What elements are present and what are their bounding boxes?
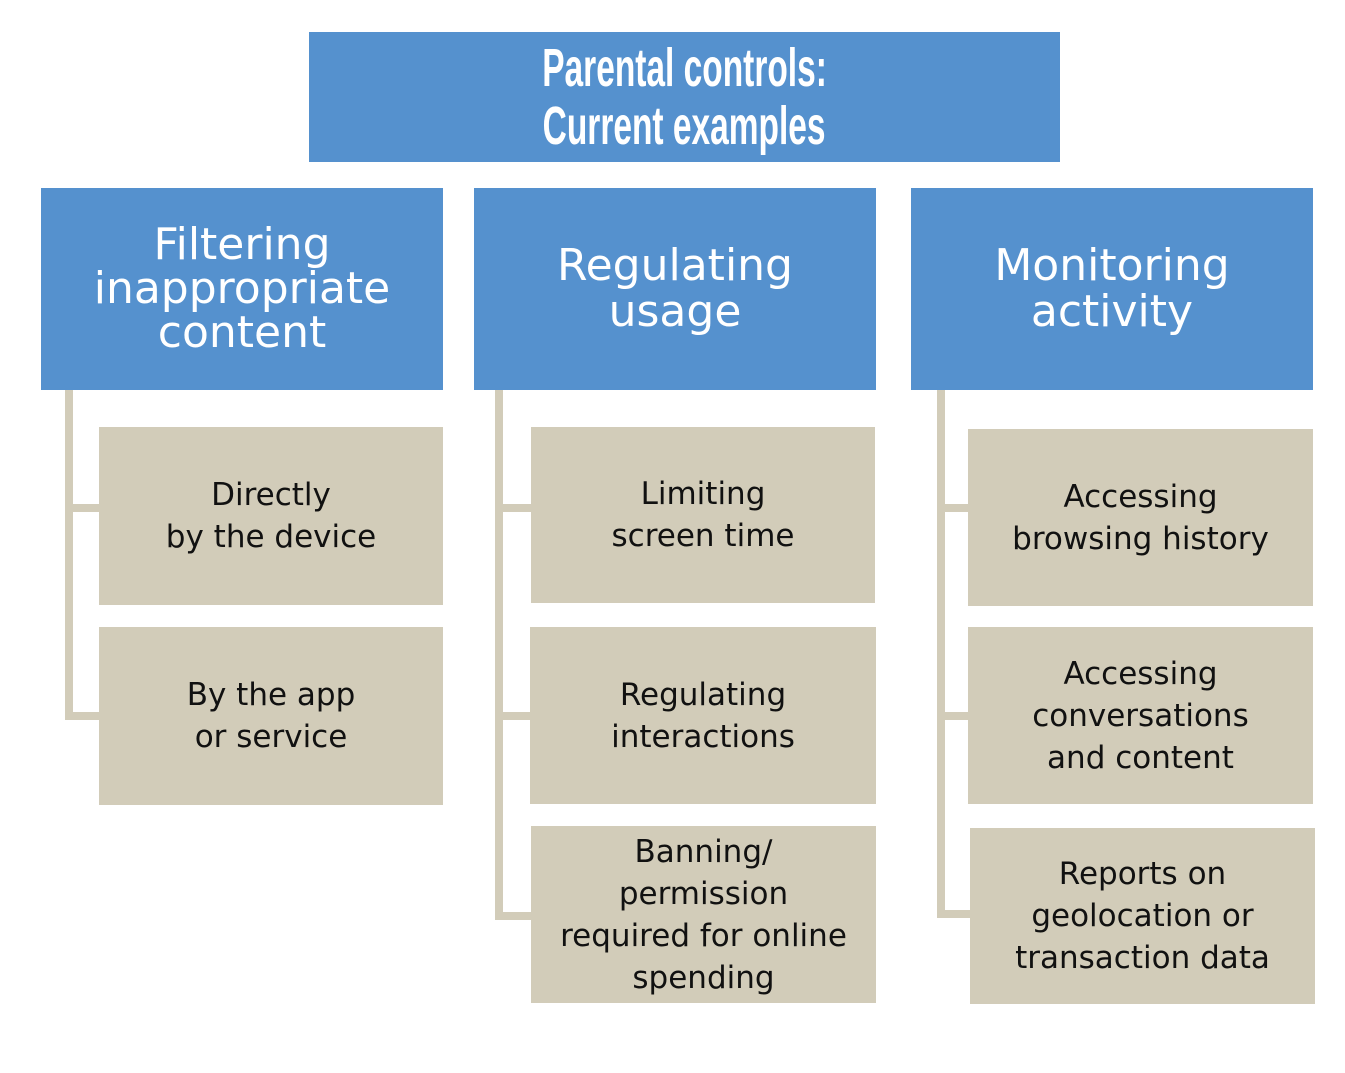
column-header-monitoring: Monitoring activity	[911, 188, 1313, 390]
title-line-1: Parental controls:	[542, 38, 827, 98]
item-line: interactions	[611, 718, 795, 755]
connector-branch	[495, 912, 531, 920]
item-line: permission	[618, 875, 789, 912]
item-accessing-browsing-history: Accessing browsing history	[968, 429, 1313, 606]
item-reports-geolocation-transaction: Reports on geolocation or transaction da…	[970, 828, 1315, 1004]
title-line-2: Current examples	[543, 96, 826, 156]
connector-vertical	[65, 390, 73, 720]
column-header-filtering: Filtering inappropriate content	[41, 188, 443, 390]
item-line: browsing history	[1012, 520, 1269, 557]
diagram-title: Parental controls: Current examples	[309, 32, 1060, 162]
item-line: conversations	[1032, 697, 1249, 734]
item-line: Banning/	[634, 833, 773, 870]
column-header-regulating: Regulating usage	[474, 188, 876, 390]
connector-branch	[65, 504, 99, 512]
connector-branch	[495, 504, 531, 512]
connector-branch	[495, 712, 531, 720]
connector-vertical	[937, 390, 945, 918]
header-line: content	[157, 307, 327, 358]
connector-vertical	[495, 390, 503, 920]
item-line: Regulating	[619, 676, 787, 713]
item-line: Directly	[211, 477, 331, 513]
header-line: Regulating	[557, 240, 793, 291]
item-line: or service	[194, 719, 348, 755]
connector-branch	[65, 712, 99, 720]
header-line: inappropriate	[93, 263, 391, 314]
connector-branch	[937, 910, 970, 918]
item-directly-by-device: Directly by the device	[99, 427, 443, 605]
header-line: Filtering	[153, 219, 331, 270]
item-line: Reports on	[1058, 856, 1227, 892]
item-line: by the device	[165, 519, 377, 555]
item-accessing-conversations: Accessing conversations and content	[968, 627, 1313, 804]
item-line: required for online	[560, 917, 847, 954]
item-regulating-interactions: Regulating interactions	[530, 627, 876, 804]
connector-branch	[937, 712, 969, 720]
item-line: transaction data	[1015, 940, 1270, 976]
item-line: spending	[632, 959, 775, 996]
item-line: geolocation or	[1031, 898, 1254, 934]
header-line: Monitoring	[994, 240, 1230, 291]
item-line: and content	[1047, 739, 1234, 776]
item-line: screen time	[611, 518, 795, 554]
header-line: activity	[1030, 286, 1194, 337]
item-line: Accessing	[1063, 478, 1218, 515]
header-line: usage	[608, 286, 742, 337]
item-banning-permission-spending: Banning/ permission required for online …	[531, 826, 876, 1003]
connector-branch	[937, 504, 969, 512]
item-by-app-or-service: By the app or service	[99, 627, 443, 805]
item-line: Limiting	[640, 476, 766, 512]
item-limiting-screen-time: Limiting screen time	[531, 427, 875, 603]
item-line: By the app	[186, 677, 356, 713]
item-line: Accessing	[1063, 655, 1218, 692]
